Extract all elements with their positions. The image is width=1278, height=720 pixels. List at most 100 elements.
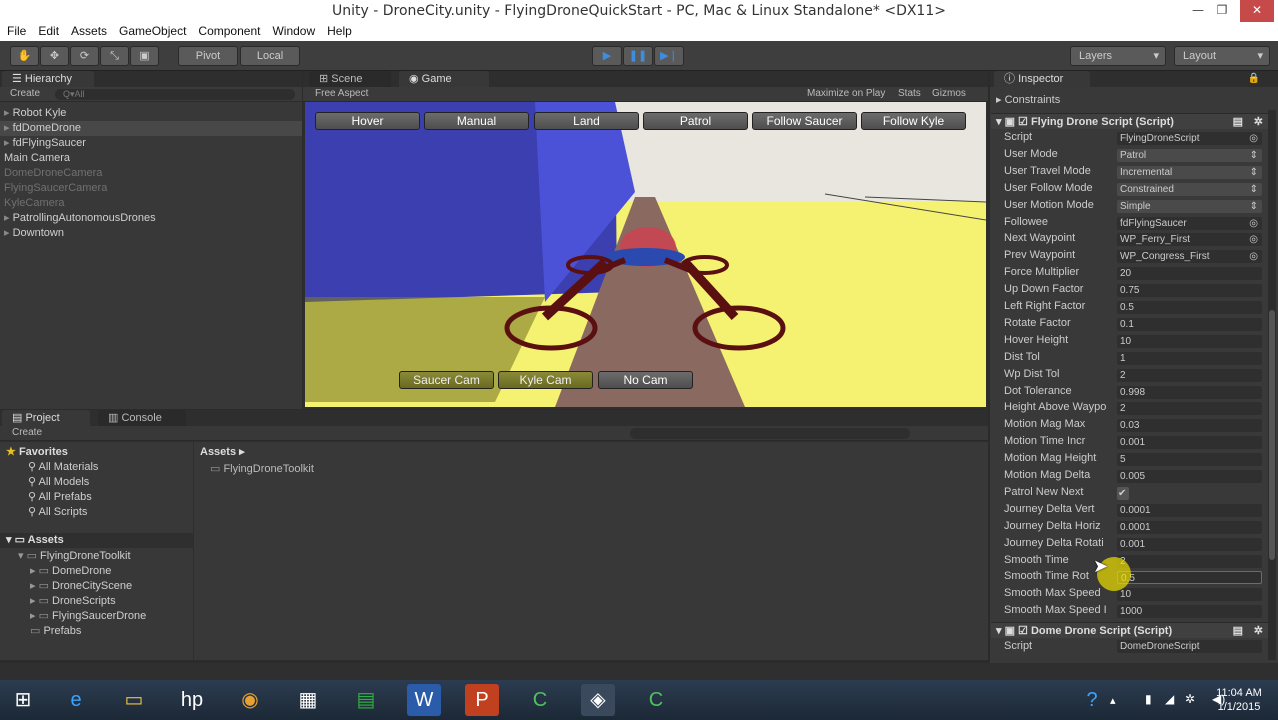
inspector-field-input[interactable]: 0.1 <box>1117 317 1262 331</box>
hierarchy-item[interactable]: ▸ fdFlyingSaucer <box>0 136 302 151</box>
network-icon[interactable]: ◢ <box>1165 692 1174 706</box>
menu-help[interactable]: Help <box>322 22 357 40</box>
menu-file[interactable]: File <box>2 22 31 40</box>
maximize-on-play-toggle[interactable]: Maximize on Play <box>807 87 885 101</box>
inspector-field-input[interactable]: 10 <box>1117 334 1262 348</box>
inspector-field-input[interactable]: 20 <box>1117 267 1262 281</box>
inspector-field-input[interactable]: 2 <box>1117 554 1262 568</box>
inspector-field-input[interactable]: 0.0001 <box>1117 520 1262 534</box>
arrow-right-icon[interactable]: ▸ <box>4 122 13 134</box>
hierarchy-item[interactable]: ▸ fdDomeDrone <box>0 121 302 136</box>
land-button[interactable]: Land <box>534 112 639 130</box>
no-cam-button[interactable]: No Cam <box>598 371 693 389</box>
inspector-field-dropdown[interactable]: Patrol ⇕ <box>1117 148 1262 162</box>
inspector-scrollbar[interactable] <box>1268 110 1276 660</box>
inspector-field-input[interactable]: FlyingDroneScript ◎ <box>1117 132 1262 145</box>
component2-header[interactable]: ▾ ▣ ☑ Dome Drone Script (Script) ▤ ✲ <box>991 622 1273 638</box>
inspector-field-input[interactable]: WP_Congress_First ◎ <box>1117 250 1262 264</box>
lock-icon[interactable]: 🔒 <box>1248 73 1260 84</box>
follow-saucer-button[interactable]: Follow Saucer <box>752 112 857 130</box>
hierarchy-item[interactable]: Main Camera <box>0 151 302 166</box>
saucer-cam-button[interactable]: Saucer Cam <box>399 371 494 389</box>
camtasia-icon[interactable]: C <box>523 684 557 716</box>
enabled-checkbox[interactable]: ☑ <box>1018 116 1031 128</box>
inspector-field-input[interactable]: 0.0001 <box>1117 503 1262 517</box>
clock[interactable]: 11:04 AM 1/1/2015 <box>1214 686 1264 714</box>
inspector-field-input[interactable]: 10 <box>1117 588 1262 602</box>
favorite-item[interactable]: ⚲ All Models <box>28 475 89 490</box>
tab-inspector[interactable]: ⓘ Inspector <box>994 71 1090 87</box>
game-viewport[interactable]: Hover Manual Land Patrol Follow Saucer F… <box>305 102 986 407</box>
menu-edit[interactable]: Edit <box>33 22 64 40</box>
settings-tray-icon[interactable]: ✲ <box>1185 692 1195 706</box>
favorite-item[interactable]: ⚲ All Materials <box>28 460 98 475</box>
help-icon[interactable]: ▤ <box>1233 623 1243 639</box>
hp-icon[interactable]: hp <box>175 684 209 716</box>
gizmos-toggle[interactable]: Gizmos <box>932 87 966 101</box>
inspector-field-dropdown[interactable]: Simple ⇕ <box>1117 199 1262 213</box>
menu-assets[interactable]: Assets <box>66 22 112 40</box>
inspector-field-input[interactable]: 0.75 <box>1117 284 1262 298</box>
favorite-item[interactable]: ⚲ All Prefabs <box>28 490 92 505</box>
tray-arrow-icon[interactable]: ▴ <box>1110 694 1116 707</box>
asset-folder-item[interactable]: ▸ ▭ FlyingSaucerDrone <box>30 609 146 624</box>
hierarchy-item[interactable]: FlyingSaucerCamera <box>0 181 302 196</box>
file-explorer-icon[interactable]: ▭ <box>117 684 151 716</box>
arrow-right-icon[interactable]: ▸ <box>4 212 13 224</box>
object-picker-icon[interactable]: ◎ <box>1249 233 1258 246</box>
close-icon[interactable]: ✕ <box>1240 0 1274 22</box>
scale-tool-icon[interactable]: ⤡ <box>100 46 129 66</box>
local-toggle[interactable]: Local <box>240 46 300 66</box>
excel-icon[interactable]: ▤ <box>349 684 383 716</box>
breadcrumb[interactable]: Assets ▸ <box>200 445 245 460</box>
component-header[interactable]: ▾ ▣ ☑ Flying Drone Script (Script) ▤ ✲ <box>991 113 1273 129</box>
object-picker-icon[interactable]: ◎ <box>1249 250 1258 263</box>
script2-field[interactable]: DomeDroneScript <box>1117 640 1262 653</box>
tab-console[interactable]: ▥ Console <box>98 410 186 426</box>
inspector-field-input[interactable]: 0.005 <box>1117 470 1262 483</box>
tab-game[interactable]: ◉ Game <box>399 71 489 87</box>
menu-window[interactable]: Window <box>267 22 320 40</box>
layers-dropdown[interactable]: Layers ▾ <box>1070 46 1166 66</box>
hierarchy-item[interactable]: ▸ PatrollingAutonomousDrones <box>0 211 302 226</box>
powerpoint-icon[interactable]: P <box>465 684 499 716</box>
camtasia-recorder-icon[interactable]: C <box>639 684 673 716</box>
inspector-field-input[interactable]: 1 <box>1117 351 1262 365</box>
tab-scene[interactable]: ⊞ Scene <box>309 71 391 87</box>
rect-tool-icon[interactable]: ▣ <box>130 46 159 66</box>
manual-button[interactable]: Manual <box>424 112 529 130</box>
favorite-item[interactable]: ⚲ All Scripts <box>28 505 87 520</box>
unity-icon[interactable]: ◈ <box>581 684 615 716</box>
hierarchy-item[interactable]: ▸ Downtown <box>0 226 302 241</box>
play-button[interactable]: ▶ <box>592 46 622 66</box>
inspector-field-input[interactable]: 0.03 <box>1117 419 1262 433</box>
inspector-field-input[interactable]: 0.998 <box>1117 385 1262 399</box>
inspector-field-input[interactable]: 1000 <box>1117 605 1262 619</box>
move-tool-icon[interactable]: ✥ <box>40 46 69 66</box>
hand-tool-icon[interactable]: ✋ <box>10 46 39 66</box>
assets-header[interactable]: ▾ ▭ Assets <box>0 533 193 548</box>
scrollbar-thumb[interactable] <box>1269 310 1275 560</box>
pivot-toggle[interactable]: Pivot <box>178 46 238 66</box>
project-search-input[interactable] <box>630 428 910 439</box>
pause-button[interactable]: ❚❚ <box>623 46 653 66</box>
asset-folder-item[interactable]: ▸ ▭ DroneScripts <box>30 594 116 609</box>
hierarchy-item[interactable]: DomeDroneCamera <box>0 166 302 181</box>
hierarchy-create-button[interactable]: Create <box>10 87 40 101</box>
tab-project[interactable]: ▤ Project <box>2 410 90 426</box>
inspector-field-checkbox[interactable]: ✔ <box>1117 486 1129 500</box>
chrome-icon[interactable]: ◉ <box>233 684 267 716</box>
inspector-field-input[interactable]: 5 <box>1117 453 1262 467</box>
patrol-button[interactable]: Patrol <box>643 112 748 130</box>
aspect-dropdown[interactable]: Free Aspect <box>315 87 368 101</box>
maximize-icon[interactable]: ❐ <box>1208 0 1236 22</box>
inspector-field-input[interactable]: 0.5 <box>1117 571 1262 585</box>
stats-toggle[interactable]: Stats <box>898 87 921 101</box>
gear-icon[interactable]: ✲ <box>1254 623 1263 639</box>
asset-folder-item[interactable]: ▭ Prefabs <box>30 624 81 639</box>
rotate-tool-icon[interactable]: ⟳ <box>70 46 99 66</box>
hierarchy-search-input[interactable]: Q▾All <box>55 89 295 100</box>
windows-start-icon[interactable]: ⊞ <box>6 684 40 716</box>
hover-button[interactable]: Hover <box>315 112 420 130</box>
word-icon[interactable]: W <box>407 684 441 716</box>
